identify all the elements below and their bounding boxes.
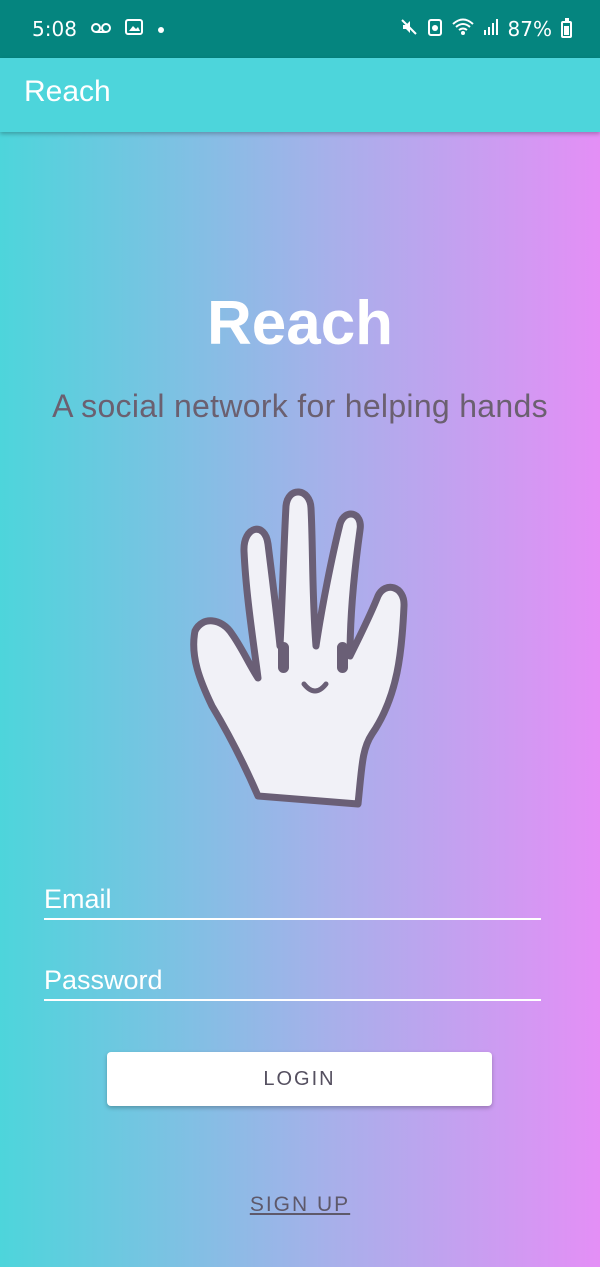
app-bar-title: Reach	[24, 75, 111, 108]
status-bar: 5:08 87%	[0, 0, 600, 58]
mute-icon	[400, 17, 418, 41]
email-input[interactable]	[44, 880, 541, 918]
dot-icon	[157, 19, 165, 39]
status-bar-left: 5:08	[32, 17, 165, 41]
data-saver-icon	[427, 17, 443, 41]
status-time: 5:08	[32, 17, 77, 41]
password-input[interactable]	[44, 961, 541, 999]
wifi-icon	[451, 17, 474, 41]
hero-title: Reach	[206, 289, 394, 358]
waving-hand-icon	[150, 466, 450, 836]
battery-icon	[561, 17, 572, 38]
password-field[interactable]	[44, 961, 541, 1001]
battery-percent: 87%	[507, 17, 552, 41]
signup-link[interactable]: SIGN UP	[0, 1193, 600, 1217]
hero-subtitle: A social network for helping hands	[52, 388, 548, 424]
login-button[interactable]: LOGIN	[107, 1052, 492, 1106]
signal-icon	[483, 17, 499, 41]
voicemail-icon	[90, 19, 111, 39]
photo-notification-icon	[124, 18, 143, 41]
status-bar-right: 87%	[400, 17, 572, 41]
email-field[interactable]	[44, 880, 541, 920]
app-bar: Reach	[0, 58, 600, 132]
